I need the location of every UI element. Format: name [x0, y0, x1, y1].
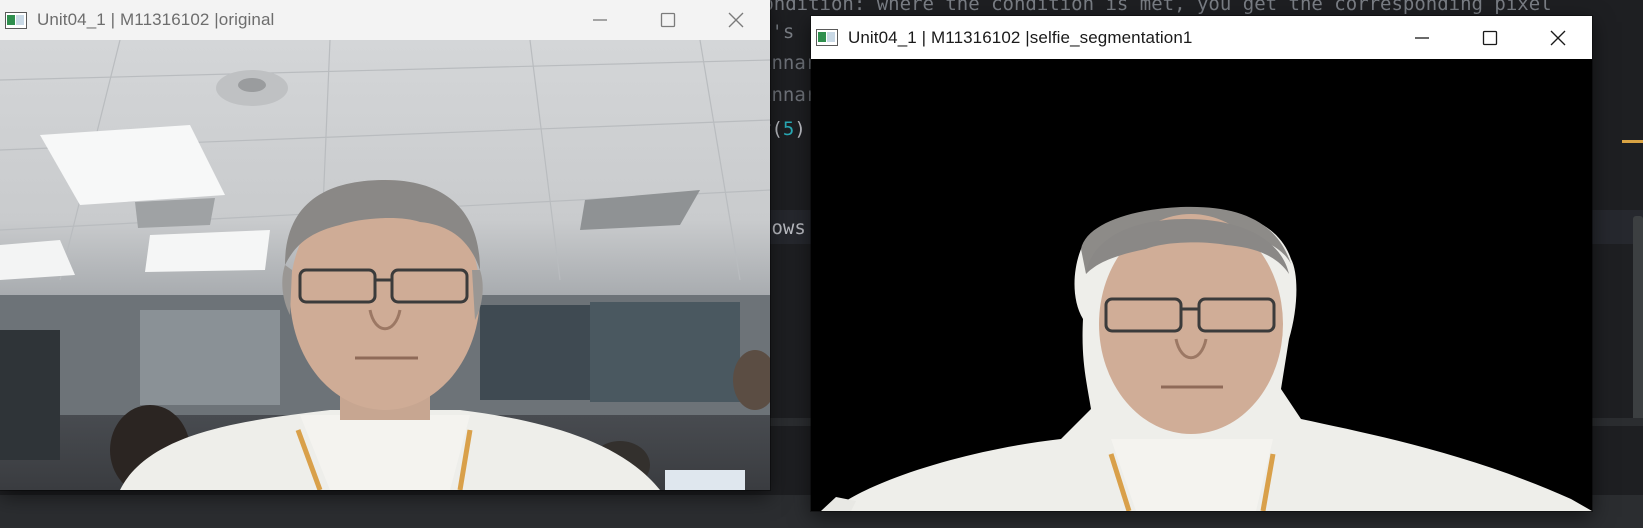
minimize-button[interactable]: [566, 0, 634, 40]
camera-frame-segmentation: [811, 59, 1592, 511]
window-controls: [1388, 16, 1592, 59]
error-stripe-marker[interactable]: [1622, 140, 1643, 143]
code-number: 5: [782, 118, 795, 140]
code-line-1: e condition: where the condition is met,…: [728, 0, 1552, 15]
maximize-icon: [1482, 30, 1498, 45]
window-controls: [566, 0, 770, 40]
segmented-person: [821, 206, 1592, 511]
close-button[interactable]: [702, 0, 770, 40]
close-button[interactable]: [1524, 16, 1592, 59]
window-title: Unit04_1 | M11316102 |selfie_segmentatio…: [848, 27, 1193, 47]
window-segmentation[interactable]: Unit04_1 | M11316102 |selfie_segmentatio…: [811, 16, 1592, 511]
camera-image: [0, 40, 770, 490]
app-icon: [816, 29, 838, 46]
app-icon: [5, 11, 27, 29]
minimize-button[interactable]: [1388, 16, 1456, 59]
office-scene: [0, 40, 770, 490]
maximize-icon: [660, 12, 676, 28]
desktop: e condition: where the condition is met,…: [0, 0, 1643, 528]
window-original[interactable]: Unit04_1 | M11316102 |original: [0, 0, 770, 490]
close-icon: [1550, 30, 1566, 45]
titlebar[interactable]: Unit04_1 | M11316102 |original: [0, 0, 770, 40]
minimize-icon: [1415, 36, 1429, 39]
window-title: Unit04_1 | M11316102 |original: [37, 10, 275, 29]
segmentation-mask-image: [811, 59, 1592, 511]
editor-scrollbar[interactable]: [1633, 216, 1643, 430]
camera-frame-original: [0, 40, 770, 490]
code-token: ): [794, 118, 806, 140]
minimize-icon: [593, 19, 607, 21]
maximize-button[interactable]: [1456, 16, 1524, 59]
titlebar[interactable]: Unit04_1 | M11316102 |selfie_segmentatio…: [811, 16, 1592, 59]
maximize-button[interactable]: [634, 0, 702, 40]
close-icon: [728, 12, 744, 28]
